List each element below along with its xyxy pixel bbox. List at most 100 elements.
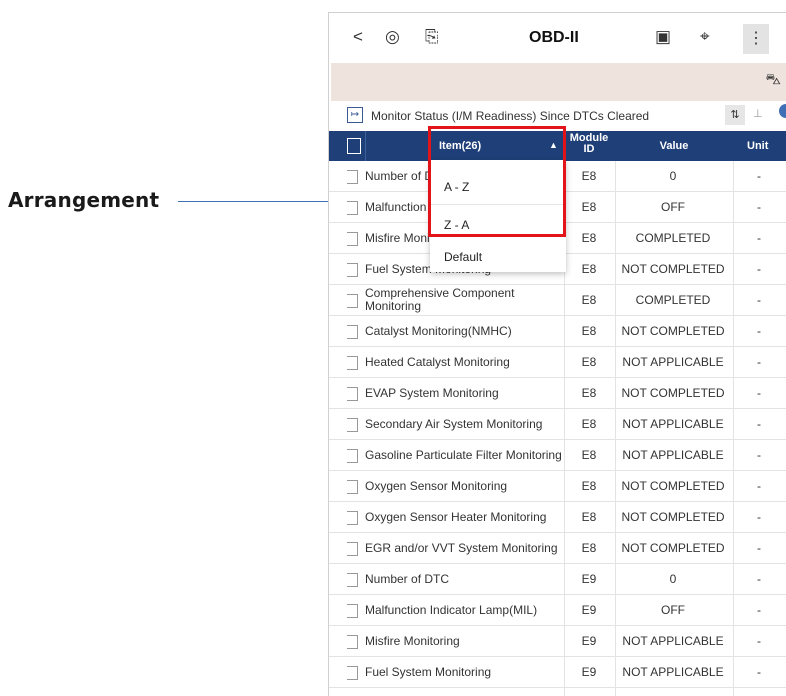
row-module: E8 — [581, 448, 597, 462]
row-module: E8 — [581, 417, 597, 431]
row-item: EGR and/or VVT System Monitoring — [365, 540, 558, 555]
row-checkbox[interactable] — [347, 263, 358, 277]
row-module: E8 — [581, 386, 597, 400]
row-value: NOT APPLICABLE — [622, 448, 724, 462]
row-unit: - — [757, 417, 761, 431]
diagnostic-icon[interactable]: ◎ — [385, 27, 400, 47]
row-item: Fuel System Monitoring — [365, 664, 492, 679]
top-bar: < ◎ ⎘ OBD-II ▣ ⌖ ⋮ — [329, 13, 786, 63]
arrangement-highlight-box — [428, 126, 566, 237]
table-row[interactable]: Oxygen Sensor Monitoring E8 NOT COMPLETED - — [329, 471, 786, 502]
vci-icon[interactable]: ▣ — [655, 27, 671, 47]
monitor-status-title: Monitor Status (I/M Readiness) Since DTC… — [371, 109, 650, 123]
row-value: NOT COMPLETED — [621, 479, 725, 493]
row-module: E8 — [581, 479, 597, 493]
more-menu-button[interactable]: ⋮ — [743, 24, 769, 54]
row-item: Heated Catalyst Monitoring — [365, 354, 510, 369]
row-value: 0 — [669, 572, 677, 586]
select-all-checkbox[interactable] — [347, 138, 361, 154]
row-checkbox[interactable] — [347, 356, 358, 370]
row-module: E8 — [581, 169, 597, 183]
row-value: NOT COMPLETED — [621, 510, 725, 524]
car-icon[interactable]: ⛍ — [766, 71, 781, 90]
row-value: NOT COMPLETED — [621, 324, 725, 338]
row-module: E8 — [581, 262, 597, 276]
value-column-header: Value — [659, 140, 689, 152]
row-item: Oxygen Sensor Heater Monitoring — [365, 509, 547, 524]
table-row[interactable]: Fuel System Monitoring E9 NOT APPLICABLE - — [329, 657, 786, 688]
row-checkbox[interactable] — [347, 325, 358, 339]
sort-option-default[interactable]: Default — [444, 250, 482, 264]
table-row[interactable]: Number of DTC E9 0 - — [329, 564, 786, 595]
expand-icon[interactable]: ↦ — [347, 107, 363, 123]
row-unit: - — [757, 479, 761, 493]
vehicle-banner: ⛍ — [331, 63, 786, 101]
row-checkbox[interactable] — [347, 170, 358, 184]
row-item: Gasoline Particulate Filter Monitoring — [365, 447, 562, 462]
row-item: Comprehensive Component Monitoring — [365, 286, 515, 313]
row-item: EVAP System Monitoring — [365, 385, 499, 400]
table-row[interactable]: Gasoline Particulate Filter Monitoring E8… — [329, 440, 786, 471]
row-module: E9 — [581, 572, 597, 586]
row-item: Catalyst Monitoring(NMHC) — [365, 323, 512, 338]
row-unit: - — [757, 262, 761, 276]
row-checkbox[interactable] — [347, 635, 358, 649]
table-row[interactable]: EGR and/or VVT System Monitoring E8 NOT CO… — [329, 533, 786, 564]
arrangement-callout-label: Arrangement — [8, 188, 160, 212]
row-module: E9 — [581, 603, 597, 617]
table-row[interactable]: Catalyst Monitoring(NMHC) E8 NOT COMPLETED… — [329, 316, 786, 347]
row-checkbox[interactable] — [347, 480, 358, 494]
module-header-line2: ID — [583, 143, 595, 155]
row-value: NOT COMPLETED — [621, 262, 725, 276]
row-module: E9 — [581, 634, 597, 648]
table-row[interactable]: Comprehensive Component Monitoring E8 COMP… — [329, 285, 786, 316]
app-screen: < ◎ ⎘ OBD-II ▣ ⌖ ⋮ ⛍ ↦ Monitor Status (I… — [328, 12, 786, 696]
row-unit: - — [757, 169, 761, 183]
row-module: E8 — [581, 200, 597, 214]
row-unit: - — [757, 386, 761, 400]
export-icon[interactable]: ⎘ — [425, 27, 439, 47]
table-row[interactable]: EVAP System Monitoring E8 NOT COMPLETED - — [329, 378, 786, 409]
module-id-column-header[interactable]: Module ID — [569, 133, 609, 155]
row-module: E8 — [581, 541, 597, 555]
row-checkbox[interactable] — [347, 418, 358, 432]
row-checkbox[interactable] — [347, 511, 358, 525]
row-unit: - — [757, 324, 761, 338]
screen-capture-icon[interactable]: ⌖ — [700, 27, 710, 47]
row-checkbox[interactable] — [347, 573, 358, 587]
row-checkbox[interactable] — [347, 542, 358, 556]
row-value: NOT APPLICABLE — [622, 665, 724, 679]
row-unit: - — [757, 603, 761, 617]
row-unit: - — [757, 510, 761, 524]
table-row[interactable]: Misfire Monitoring E9 NOT APPLICABLE - — [329, 626, 786, 657]
row-item: Number of DTC — [365, 571, 450, 586]
row-checkbox[interactable] — [347, 666, 358, 680]
row-item: Malfunction Indicator Lamp(MIL) — [365, 602, 538, 617]
table-row[interactable]: Secondary Air System Monitoring E8 NOT APP… — [329, 409, 786, 440]
row-value: NOT APPLICABLE — [622, 417, 724, 431]
row-value: 0 — [669, 169, 677, 183]
row-checkbox[interactable] — [347, 232, 358, 246]
unit-column-header: Unit — [747, 140, 769, 152]
table-row[interactable]: Heated Catalyst Monitoring E8 NOT APPLICAB… — [329, 347, 786, 378]
back-button[interactable]: < — [353, 27, 363, 47]
row-value: COMPLETED — [635, 293, 711, 307]
row-value: OFF — [661, 603, 685, 617]
row-module: E8 — [581, 510, 597, 524]
row-checkbox[interactable] — [347, 387, 358, 401]
row-checkbox[interactable] — [347, 604, 358, 618]
table-row[interactable]: Oxygen Sensor Heater Monitoring E8 NOT COM… — [329, 502, 786, 533]
filter-icon[interactable]: ⇅ — [725, 105, 745, 125]
pin-icon[interactable]: ⊥ — [753, 107, 763, 120]
row-checkbox[interactable] — [347, 449, 358, 463]
row-unit: - — [757, 541, 761, 555]
page-title: OBD-II — [529, 29, 579, 46]
row-unit: - — [757, 665, 761, 679]
table-row[interactable]: Malfunction Indicator Lamp(MIL) E9 OFF - — [329, 595, 786, 626]
row-module: E9 — [581, 665, 597, 679]
row-checkbox[interactable] — [347, 294, 358, 308]
row-item: Misfire Monitoring — [365, 633, 460, 648]
row-value: NOT COMPLETED — [621, 541, 725, 555]
row-checkbox[interactable] — [347, 201, 358, 215]
row-module: E8 — [581, 355, 597, 369]
